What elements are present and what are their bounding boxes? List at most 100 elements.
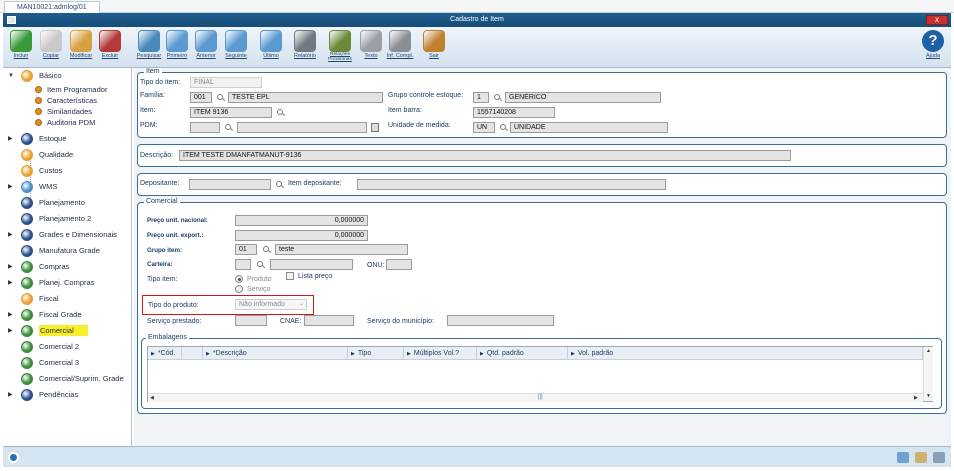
table-header-cell[interactable]: ▶ *Descrição [203,347,348,360]
item-search-icon[interactable] [276,108,285,117]
servico-prestado-field[interactable] [235,315,267,326]
descricao-field[interactable]: ITEM TESTE DMANFATMANUT-9136 [179,150,791,161]
sidebar-item-comercial-3[interactable]: Comercial 3 [3,355,132,371]
sidebar-item-planejamento[interactable]: Planejamento [3,195,132,211]
sidebar-item-fiscal-grade[interactable]: ▶ Fiscal Grade [3,307,132,323]
collapse-arrow-icon[interactable]: ▼ [8,68,14,84]
onu-field[interactable] [386,259,412,270]
table-header-cell[interactable]: ▶ Vol. padrão [568,347,923,360]
expand-arrow-icon[interactable]: ▶ [8,179,13,195]
item-depositante-field[interactable] [357,179,666,190]
sidebar-item-custos[interactable]: Custos [3,163,132,179]
tipo-produto-select[interactable]: Não informado ⌄ [235,299,307,310]
table-header-cell[interactable] [182,347,203,360]
embalagens-table[interactable]: ▲ ▼ ◀ ||| ▶ ▶ *Cód. ▶ *Descrição ▶ Tipo ▶ Múlti… [147,346,933,402]
cnae-field[interactable] [304,315,354,326]
status-tool-icon[interactable] [897,452,909,463]
grupo-item-code-field[interactable]: 01 [235,244,257,255]
toolbar-button-relations[interactable]: Relações Provisórias [323,28,357,66]
familia-search-icon[interactable] [216,93,225,102]
close-button[interactable]: x [926,15,948,25]
lista-preco-checkbox[interactable] [286,272,294,280]
depositante-search-icon[interactable] [275,180,284,189]
toolbar-button-next[interactable]: Seguinte [222,28,250,66]
toolbar-button-label: Sair [429,53,439,59]
sidebar-item-planejamento-2[interactable]: Planejamento 2 [3,211,132,227]
scroll-right-icon[interactable]: ▶ [914,395,918,401]
sidebar-item-manufatura-grade[interactable]: Manufatura Grade [3,243,132,259]
produto-radio[interactable] [235,275,243,283]
sidebar-item-planej-compras[interactable]: ▶ Planej. Compras [3,275,132,291]
table-header-label: Qtd. padrão [486,350,524,357]
unidade-description-field: UNIDADE [510,122,668,133]
status-circle-icon[interactable] [8,452,19,463]
toolbar-button-report[interactable]: Relatório [291,28,319,66]
sidebar-item-comercial[interactable]: ▶ Comercial [3,323,132,339]
sidebar-item-comercial-suprim-grade[interactable]: Comercial/Suprim. Grade [3,371,132,387]
grupo-item-search-icon[interactable] [262,245,271,254]
unidade-code-field[interactable]: UN [473,122,495,133]
sidebar-item-b-sico[interactable]: ▼ Básico [3,68,132,84]
tab-program[interactable]: MAN10021:admlog/01 [4,1,100,13]
scroll-up-icon[interactable]: ▲ [926,348,931,354]
table-header-cell[interactable]: ▶ Múltiplos Vol.? [404,347,477,360]
table-header-cell[interactable]: ▶ Tipo [348,347,404,360]
toolbar-button-first[interactable]: Primeiro [163,28,191,66]
expand-arrow-icon[interactable]: ▶ [8,275,13,291]
sidebar-item-fiscal[interactable]: Fiscal [3,291,132,307]
toolbar-button-search[interactable]: Pesquisar [135,28,163,66]
item-barra-field[interactable]: 1557140208 [473,107,555,118]
scroll-left-icon[interactable]: ◀ [150,395,154,401]
grupo-controle-search-icon[interactable] [493,93,502,102]
carteira-search-icon[interactable] [256,260,265,269]
servico-municipio-field[interactable] [447,315,554,326]
toolbar-button-exit[interactable]: Sair [420,28,448,66]
preco-nacional-field[interactable]: 0,000000 [235,215,368,226]
scroll-down-icon[interactable]: ▼ [926,393,931,399]
toolbar-button-previous[interactable]: Anterior [192,28,220,66]
carteira-code-field[interactable] [235,259,251,270]
sidebar-item-qualidade[interactable]: Qualidade [3,147,132,163]
servico-radio[interactable] [235,285,243,293]
table-header-cell[interactable]: ▶ Qtd. padrão [477,347,568,360]
pdm-code-field[interactable] [190,122,220,133]
servico-prestado-label: Serviço prestado: [147,318,202,325]
tipo-item-select[interactable]: FINAL [190,77,262,88]
unidade-search-icon[interactable] [499,123,508,132]
grupo-controle-code-field[interactable]: 1 [473,92,489,103]
sidebar-item-comercial-2[interactable]: Comercial 2 [3,339,132,355]
toolbar-button-add[interactable]: Incluir [7,28,35,66]
toolbar-button-last[interactable]: Último [257,28,285,66]
pdm-search-icon[interactable] [224,123,233,132]
item-code-field[interactable]: ITEM 9136 [190,107,272,118]
depositante-field[interactable] [189,179,271,190]
sidebar-item-pend-ncias[interactable]: ▶ Pendências [3,387,132,403]
expand-arrow-icon[interactable]: ▶ [8,307,13,323]
table-vertical-scrollbar[interactable]: ▲ ▼ [923,347,933,401]
sidebar-item-grades-e-dimensionais[interactable]: ▶ Grades e Dimensionais [3,227,132,243]
toolbar-button-label: Excluir [101,53,119,59]
sidebar-item-wms[interactable]: ▶ WMS [3,179,132,195]
expand-arrow-icon[interactable]: ▶ [8,323,13,339]
toolbar-button-info-complement[interactable]: Inf. Compl. [386,28,414,66]
expand-arrow-icon[interactable]: ▶ [8,387,13,403]
table-header-cell[interactable]: ▶ *Cód. [148,347,182,360]
toolbar-button-delete[interactable]: Excluir [96,28,124,66]
expand-arrow-icon[interactable]: ▶ [8,131,13,147]
sidebar-item-estoque[interactable]: ▶ Estoque [3,131,132,147]
pdm-detail-icon[interactable] [371,123,379,132]
help-button[interactable]: ? Ajuda [919,28,947,66]
toolbar-button-copy[interactable]: Copiar [37,28,65,66]
status-settings-icon[interactable] [933,452,945,463]
toolbar-button-edit[interactable]: Modificar [67,28,95,66]
expand-arrow-icon[interactable]: ▶ [8,259,13,275]
preco-export-field[interactable]: 0,000000 [235,230,368,241]
table-horizontal-scrollbar[interactable]: ◀ ||| ▶ [148,393,923,402]
sidebar-item-compras[interactable]: ▶ Compras [3,259,132,275]
expand-arrow-icon[interactable]: ▶ [8,227,13,243]
familia-code-field[interactable]: 001 [190,92,212,103]
scroll-thumb-grip[interactable]: ||| [538,394,543,400]
servico-radio-label: Serviço [247,286,271,293]
toolbar-button-text[interactable]: Texto [357,28,385,66]
status-print-icon[interactable] [915,452,927,463]
